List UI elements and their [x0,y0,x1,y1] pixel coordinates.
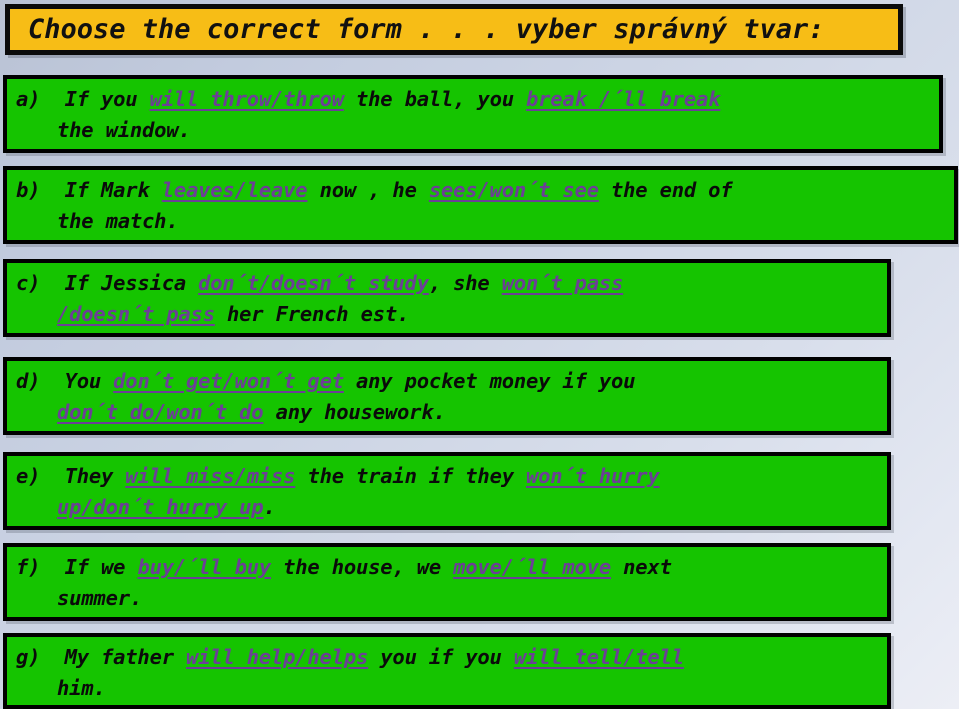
sentence-text: You [64,369,114,393]
sentence-text: next [611,555,672,579]
answer-choice[interactable]: buy/´ll buy [137,555,271,579]
answer-choice[interactable]: won´t hurry [526,464,660,488]
exercise-item-d[interactable]: d) You don´t get/won´t get any pocket mo… [3,357,891,435]
answer-choice[interactable]: don´t/doesn´t study [198,271,429,295]
exercise-line-second: him. [16,673,881,704]
sentence-text: If we [64,555,138,579]
sentence-text: the match. [57,209,179,233]
sentence-text: the end of [598,178,733,202]
answer-choice[interactable]: will miss/miss [125,464,295,488]
exercise-line-first: c) If Jessica don´t/doesn´t study, she w… [16,268,881,299]
exercise-line-second: don´t do/won´t do any housework. [16,397,881,428]
item-label: d) [16,369,65,393]
sentence-text: , she [428,271,502,295]
sentence-text: the ball, you [343,87,526,111]
exercise-item-b[interactable]: b) If Mark leaves/leave now , he sees/wo… [3,166,958,244]
exercise-line-second: up/don´t hurry up. [16,492,881,523]
item-label: b) [16,178,65,202]
sentence-text: They [64,464,126,488]
answer-choice[interactable]: don´t do/won´t do [57,400,264,424]
answer-choice[interactable]: move/´ll move [453,555,611,579]
sentence-text: My father [64,645,186,669]
exercise-item-e[interactable]: e) They will miss/miss the train if they… [3,452,891,530]
page-title: Choose the correct form . . . vyber sprá… [28,14,825,45]
answer-choice[interactable]: won´t pass [502,271,624,295]
exercise-item-c[interactable]: c) If Jessica don´t/doesn´t study, she w… [3,259,891,337]
answer-choice[interactable]: break /´ll break [526,87,720,111]
answer-choice[interactable]: will help/helps [186,645,368,669]
sentence-text: the house, we [271,555,454,579]
exercise-line-first: f) If we buy/´ll buy the house, we move/… [16,552,881,583]
sentence-text: If Jessica [64,271,199,295]
sentence-text: summer. [57,586,142,610]
answer-choice[interactable]: /doesn´t pass [57,302,215,326]
sentence-text: the window. [57,118,191,142]
sentence-text: the train if they [295,464,526,488]
exercise-item-a[interactable]: a) If you will throw/throw the ball, you… [3,75,943,153]
sentence-text: any housework. [263,400,446,424]
item-label: c) [16,271,65,295]
sentence-text: you if you [368,645,514,669]
answer-choice[interactable]: leaves/leave [162,178,308,202]
slide-canvas: Choose the correct form . . . vyber sprá… [0,0,959,709]
exercise-item-g[interactable]: g) My father will help/helps you if you … [3,633,891,709]
sentence-text: If you [64,87,150,111]
sentence-text: now , he [307,178,429,202]
slide-title-box: Choose the correct form . . . vyber sprá… [5,4,903,55]
exercise-line-first: e) They will miss/miss the train if they… [16,461,881,492]
answer-choice[interactable]: up/don´t hurry up [57,495,264,519]
exercise-line-second: the match. [16,206,948,237]
exercise-line-first: b) If Mark leaves/leave now , he sees/wo… [16,175,948,206]
sentence-text: her French est. [214,302,410,326]
item-label: g) [16,645,65,669]
item-label: a) [16,87,65,111]
item-label: f) [16,555,65,579]
answer-choice[interactable]: sees/won´t see [429,178,599,202]
sentence-text: him. [57,676,106,700]
exercise-line-second: summer. [16,583,881,614]
answer-choice[interactable]: will tell/tell [514,645,684,669]
sentence-text: If Mark [64,178,162,202]
answer-choice[interactable]: don´t get/won´t get [113,369,344,393]
answer-choice[interactable]: will throw/throw [150,87,344,111]
exercise-line-second: /doesn´t pass her French est. [16,299,881,330]
exercise-item-f[interactable]: f) If we buy/´ll buy the house, we move/… [3,543,891,621]
sentence-text: . [263,495,276,519]
exercise-line-second: the window. [16,115,933,146]
exercise-line-first: d) You don´t get/won´t get any pocket mo… [16,366,881,397]
exercise-line-first: a) If you will throw/throw the ball, you… [16,84,933,115]
exercise-line-first: g) My father will help/helps you if you … [16,642,881,673]
sentence-text: any pocket money if you [343,369,636,393]
item-label: e) [16,464,65,488]
